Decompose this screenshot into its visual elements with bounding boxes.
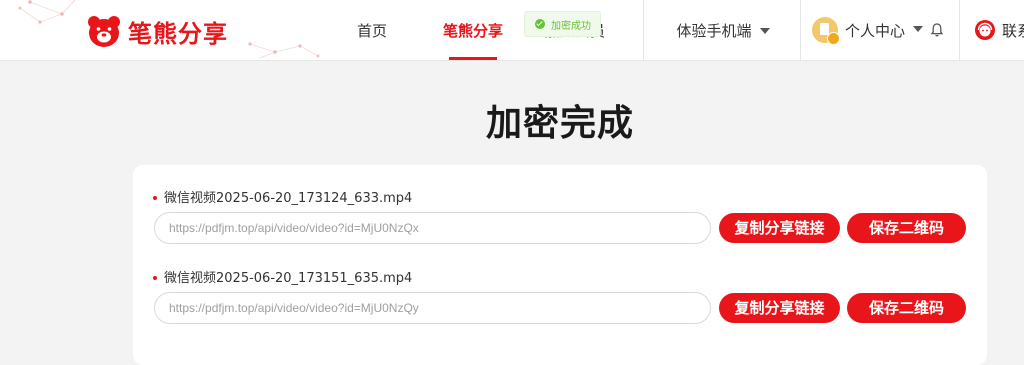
avatar — [812, 17, 840, 45]
caret-down-icon — [759, 27, 770, 34]
active-tab-underline — [449, 57, 497, 60]
save-qr-button-1[interactable]: 保存二维码 — [847, 213, 966, 243]
file-name-1: 微信视频2025-06-20_173124_633.mp4 — [153, 187, 412, 206]
bullet-dot — [153, 195, 157, 200]
brand-logo[interactable]: 笔熊分享 — [86, 12, 228, 50]
user-center-label: 个人中心 — [845, 21, 906, 40]
bear-logo-icon — [88, 16, 120, 47]
caret-down-icon — [913, 26, 924, 32]
file-name-text: 微信视频2025-06-20_173151_635.mp4 — [164, 271, 413, 286]
nav-mobile[interactable]: 体验手机端 — [663, 0, 783, 60]
nav-share[interactable]: 笔熊分享 — [430, 0, 516, 60]
nav-share-label: 笔熊分享 — [442, 22, 503, 40]
share-link-input-2[interactable] — [154, 292, 711, 324]
contact-label: 联系 — [1002, 21, 1024, 40]
contact-link[interactable]: 联系 — [974, 0, 1024, 60]
file-name-2: 微信视频2025-06-20_173151_635.mp4 — [153, 267, 412, 286]
result-card: 微信视频2025-06-20_173124_633.mp4 复制分享链接 保存二… — [133, 165, 987, 365]
nav-divider — [800, 0, 801, 60]
toast-text: 加密成功 — [551, 20, 591, 32]
brand-name: 笔熊分享 — [128, 19, 228, 48]
nav-mobile-label: 体验手机端 — [676, 22, 752, 40]
save-qr-button-2[interactable]: 保存二维码 — [847, 293, 966, 323]
nav-divider — [643, 0, 644, 60]
top-header: 笔熊分享 首页 笔熊分享 加入会员 体验手机端 个人中心 联系 — [0, 0, 1024, 61]
bell-icon[interactable] — [929, 22, 945, 38]
customer-service-icon — [975, 20, 995, 40]
copy-link-button-2[interactable]: 复制分享链接 — [719, 293, 840, 323]
file-name-text: 微信视频2025-06-20_173124_633.mp4 — [164, 191, 413, 206]
nav-divider — [959, 0, 960, 60]
copy-link-button-1[interactable]: 复制分享链接 — [719, 213, 840, 243]
bullet-dot — [153, 275, 157, 280]
user-center-menu[interactable]: 个人中心 — [812, 0, 945, 60]
nav-home[interactable]: 首页 — [340, 0, 404, 60]
share-link-input-1[interactable] — [154, 212, 711, 244]
check-circle-icon — [535, 19, 545, 29]
page-title: 加密完成 — [485, 103, 634, 144]
success-toast: 加密成功 — [524, 11, 601, 37]
